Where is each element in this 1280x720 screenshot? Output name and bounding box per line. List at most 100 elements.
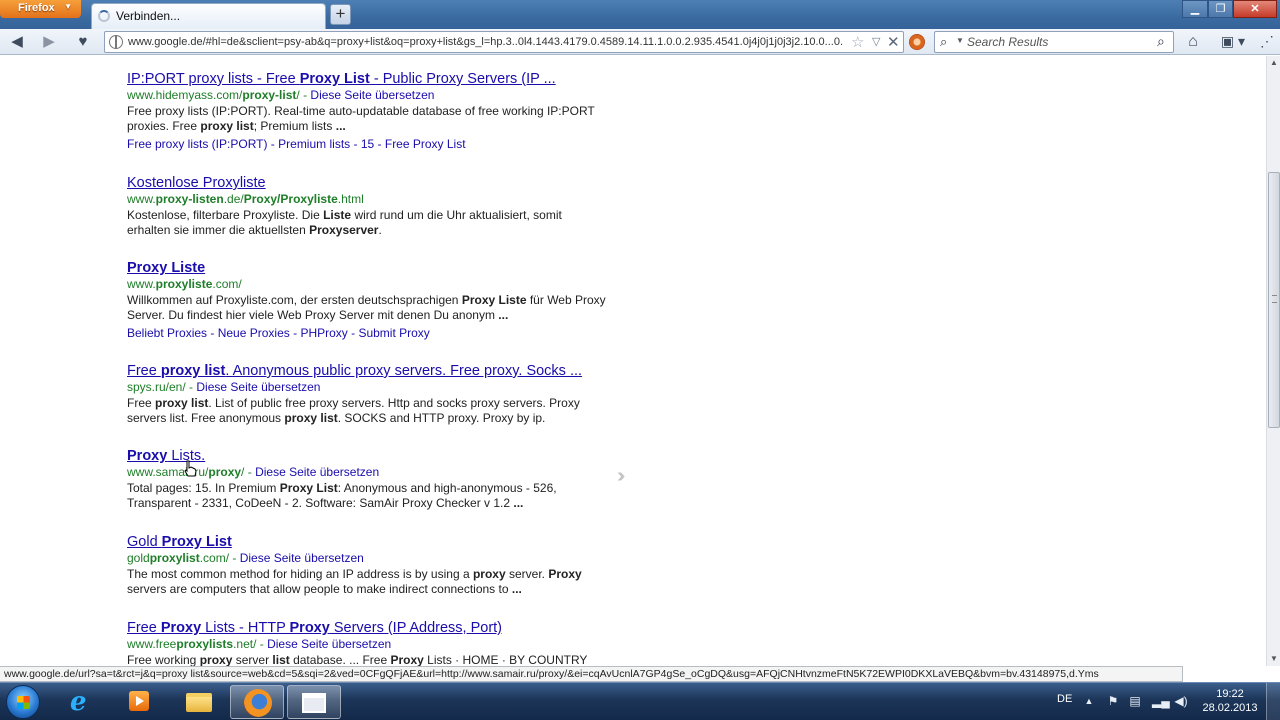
search-input[interactable] — [967, 34, 1152, 50]
addon-icon[interactable] — [909, 34, 925, 50]
minimize-icon[interactable]: ▁ — [1182, 0, 1208, 18]
search-bar[interactable]: ⌕ ▼ ⌕ — [934, 31, 1174, 53]
text-fragment: .net/ — [233, 637, 257, 651]
star-icon[interactable]: ☆ — [851, 33, 864, 51]
sitelink[interactable]: 15 — [361, 137, 374, 151]
result-url: www.freeproxylists.net/ - Diese Seite üb… — [127, 637, 607, 652]
url-bar[interactable]: www.google.de/#hl=de&sclient=psy-ab&q=pr… — [104, 31, 904, 53]
close-icon[interactable]: ✕ — [1233, 0, 1277, 18]
text-fragment: The most common method for hiding an IP … — [127, 567, 473, 581]
firefox-menu-label: Firefox — [18, 2, 55, 14]
result-url: www.samair.ru/proxy/ - Diese Seite übers… — [127, 465, 607, 480]
separator: - — [256, 637, 268, 651]
bold-fragment: Proxy Liste — [127, 260, 206, 276]
text-fragment: gold — [127, 551, 150, 565]
globe-icon — [109, 35, 123, 49]
bold-fragment: proxyliste — [155, 277, 213, 291]
result-title-link[interactable]: Proxy Liste — [127, 259, 607, 277]
vertical-scrollbar[interactable]: ▲ ▼ — [1266, 56, 1280, 666]
magnifier-icon[interactable]: ⌕ — [1157, 33, 1165, 50]
separator: - — [185, 380, 197, 394]
text-fragment: Free proxy lists (IP:PORT). Real-time au… — [127, 104, 595, 133]
separator: - — [347, 326, 359, 340]
translate-link[interactable]: Diese Seite übersetzen — [310, 88, 434, 102]
result-title-link[interactable]: IP:PORT proxy lists - Free Proxy List - … — [127, 70, 607, 88]
back-arrow-icon[interactable]: ◀ — [6, 32, 28, 52]
folder-icon[interactable] — [172, 685, 226, 719]
translate-link[interactable]: Diese Seite übersetzen — [196, 380, 320, 394]
result-title-link[interactable]: Kostenlose Proxyliste — [127, 174, 607, 192]
bold-fragment: ... — [498, 308, 509, 322]
sitelink[interactable]: Neue Proxies — [218, 326, 290, 340]
result-snippet: Willkommen auf Proxyliste.com, der erste… — [127, 293, 607, 323]
bookmarks-menu-icon[interactable]: ▣ ▾ — [1216, 32, 1250, 52]
dropdown-arrow-icon[interactable]: ▽ — [872, 35, 880, 48]
sitelink[interactable]: Free Proxy List — [385, 137, 466, 151]
search-result: Kostenlose Proxyliste www.proxy-listen.de… — [127, 174, 607, 238]
action-center-flag-icon[interactable]: ⚑ — [1106, 695, 1120, 707]
show-desktop-button[interactable] — [1266, 683, 1280, 720]
result-title-link[interactable]: Gold Proxy List — [127, 533, 607, 551]
text-fragment: Gold — [127, 534, 162, 550]
instant-preview-chevron-icon[interactable]: ›› — [617, 465, 626, 488]
maximize-icon[interactable]: ❐ — [1208, 0, 1233, 18]
text-fragment: Servers (IP Address, Port) — [329, 620, 503, 636]
firefox-icon[interactable] — [230, 685, 284, 719]
firefox-menu-button[interactable]: Firefox ▼ — [0, 0, 81, 18]
new-tab-button[interactable]: + — [330, 4, 351, 25]
sitelink[interactable]: Submit Proxy — [358, 326, 429, 340]
media-player-icon[interactable] — [113, 685, 167, 719]
chevron-down-icon[interactable]: ▼ — [956, 36, 964, 45]
search-result: Free Proxy Lists - HTTP Proxy Servers (I… — [127, 619, 607, 666]
translate-link[interactable]: Diese Seite übersetzen — [255, 465, 379, 479]
network-icon[interactable]: ▤ — [1128, 695, 1142, 707]
result-snippet: The most common method for hiding an IP … — [127, 567, 607, 597]
forward-arrow-icon[interactable]: ▶ — [38, 32, 60, 52]
bold-fragment: proxy list — [284, 411, 338, 425]
bold-fragment: proxy list — [200, 119, 254, 133]
sitelink[interactable]: PHProxy — [300, 326, 347, 340]
resize-grip-icon[interactable]: ⋰ — [1256, 32, 1278, 52]
result-url: www.proxyliste.com/ — [127, 277, 607, 292]
tray-expand-icon[interactable]: ▲ — [1082, 695, 1096, 707]
clock[interactable]: 19:22 28.02.2013 — [1198, 687, 1262, 715]
text-fragment: www. — [127, 277, 156, 291]
home-icon[interactable]: ⌂ — [1182, 32, 1204, 52]
scrollbar-thumb[interactable] — [1268, 172, 1280, 428]
bookmark-heart-icon[interactable]: ♥ — [72, 32, 94, 52]
start-button[interactable] — [6, 685, 40, 719]
separator: - — [289, 326, 301, 340]
clock-time: 19:22 — [1216, 688, 1244, 700]
stop-icon[interactable]: ✕ — [887, 33, 900, 51]
bold-fragment: proxy list — [155, 396, 209, 410]
translate-link[interactable]: Diese Seite übersetzen — [240, 551, 364, 565]
language-indicator[interactable]: DE — [1057, 693, 1072, 705]
bold-fragment: proxy-list — [242, 88, 297, 102]
bold-fragment: proxylist — [149, 551, 200, 565]
scroll-down-icon[interactable]: ▼ — [1267, 652, 1280, 666]
text-fragment: server — [232, 653, 273, 666]
signal-bars-icon[interactable]: ▂▄ — [1152, 695, 1170, 707]
bold-fragment: Proxy Liste — [461, 293, 527, 307]
navigation-toolbar: ◀ ▶ ♥ www.google.de/#hl=de&sclient=psy-a… — [0, 29, 1280, 55]
url-text[interactable]: www.google.de/#hl=de&sclient=psy-ab&q=pr… — [128, 36, 848, 48]
search-engine-icon[interactable]: ⌕ — [940, 34, 947, 50]
bold-fragment: Proxy — [548, 567, 582, 581]
bold-fragment: proxy-listen — [155, 192, 224, 206]
sitelink[interactable]: Free proxy lists (IP:PORT) — [127, 137, 267, 151]
sitelink[interactable]: Premium lists — [278, 137, 350, 151]
bold-fragment: proxy — [472, 567, 506, 581]
scroll-up-icon[interactable]: ▲ — [1267, 56, 1280, 70]
bold-fragment: Proxy List — [299, 71, 370, 87]
result-title-link[interactable]: Free Proxy Lists - HTTP Proxy Servers (I… — [127, 619, 607, 637]
tab-current[interactable]: Verbinden... — [91, 3, 326, 29]
volume-icon[interactable]: ◀) — [1174, 695, 1188, 707]
translate-link[interactable]: Diese Seite übersetzen — [267, 637, 391, 651]
window-icon[interactable] — [287, 685, 341, 719]
result-title-link[interactable]: Free proxy list. Anonymous public proxy … — [127, 362, 607, 380]
bold-fragment: proxy — [199, 653, 233, 666]
sitelink[interactable]: Beliebt Proxies — [127, 326, 207, 340]
result-snippet: Total pages: 15. In Premium Proxy List: … — [127, 481, 607, 511]
internet-explorer-icon[interactable]: e — [57, 685, 111, 719]
result-title-link[interactable]: Proxy Lists. — [127, 447, 607, 465]
